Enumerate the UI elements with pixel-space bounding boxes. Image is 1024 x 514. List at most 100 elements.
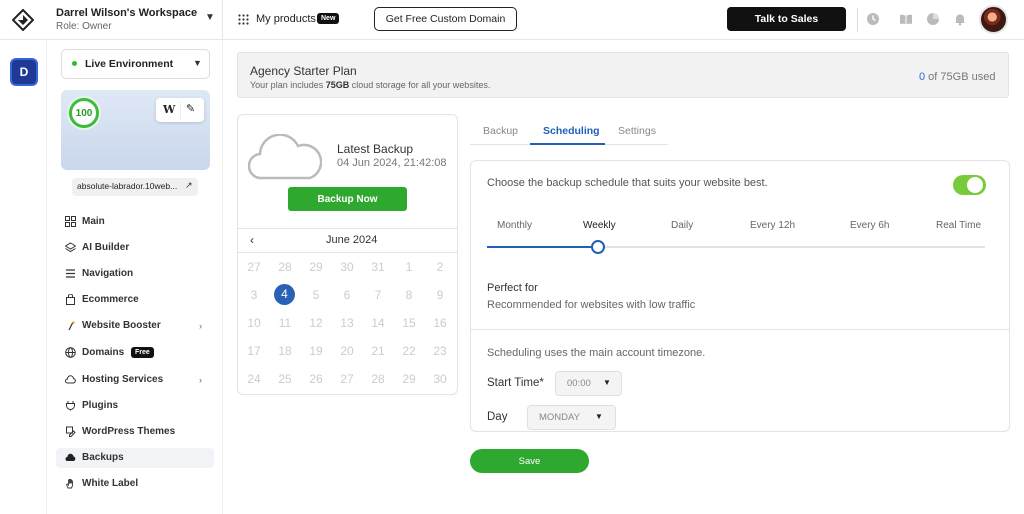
frequency-monthly[interactable]: Monthly xyxy=(497,220,532,231)
calendar-day[interactable]: 24 xyxy=(242,369,266,389)
calendar-day[interactable]: 11 xyxy=(273,313,297,333)
calendar-day[interactable]: 12 xyxy=(304,313,328,333)
frequency-daily[interactable]: Daily xyxy=(671,220,693,231)
sidebar-item-label: Ecommerce xyxy=(82,294,139,305)
backup-now-button[interactable]: Backup Now xyxy=(288,187,407,211)
calendar-day[interactable]: 30 xyxy=(428,369,452,389)
panel-divider xyxy=(471,329,1009,330)
chevron-left-icon[interactable]: ‹ xyxy=(250,233,254,247)
save-button[interactable]: Save xyxy=(470,449,589,473)
sidebar-item-label: WordPress Themes xyxy=(82,426,176,437)
bell-icon[interactable] xyxy=(953,12,967,26)
sidebar-item-label: AI Builder xyxy=(82,242,130,253)
brush-icon xyxy=(66,426,76,437)
chevron-right-icon: › xyxy=(199,375,202,385)
day-value: MONDAY xyxy=(539,412,580,423)
globe-icon xyxy=(65,347,76,358)
tab-scheduling[interactable]: Scheduling xyxy=(543,125,600,137)
start-time-label: Start Time* xyxy=(487,377,544,389)
calendar-day[interactable]: 19 xyxy=(304,341,328,361)
chevron-right-icon: › xyxy=(199,321,202,331)
sidebar-item-backups[interactable] xyxy=(56,448,214,468)
calendar-day[interactable]: 5 xyxy=(304,285,328,305)
calendar-day[interactable]: 30 xyxy=(335,257,359,277)
calendar-day[interactable]: 20 xyxy=(335,341,359,361)
sidebar-item-label: Backups xyxy=(82,452,124,463)
book-icon[interactable] xyxy=(899,12,913,26)
calendar-day[interactable]: 25 xyxy=(273,369,297,389)
calendar-day[interactable]: 2 xyxy=(428,257,452,277)
calendar-day[interactable]: 27 xyxy=(335,369,359,389)
calendar-day[interactable]: 21 xyxy=(366,341,390,361)
day-label: Day xyxy=(487,411,508,423)
menu-icon xyxy=(66,269,75,278)
chevron-down-icon[interactable]: ▼ xyxy=(205,12,215,23)
calendar-day[interactable]: 13 xyxy=(335,313,359,333)
sidebar-item-navigation[interactable] xyxy=(56,264,214,284)
chevron-down-icon: ▼ xyxy=(603,378,611,387)
plan-description: Your plan includes 75GB cloud storage fo… xyxy=(250,80,491,90)
plan-title: Agency Starter Plan xyxy=(250,64,357,78)
sidebar-item-ai-builder[interactable] xyxy=(56,238,214,258)
frequency-every-6h[interactable]: Every 6h xyxy=(850,220,889,231)
sidebar-item-label: Hosting Services xyxy=(82,374,164,385)
calendar-day[interactable]: 10 xyxy=(242,313,266,333)
sidebar-item-main[interactable] xyxy=(56,212,214,232)
calendar-day[interactable]: 22 xyxy=(397,341,421,361)
calendar-day[interactable]: 3 xyxy=(242,285,266,305)
external-link-icon[interactable]: ↗ xyxy=(185,180,193,191)
bag-icon xyxy=(66,294,75,305)
calendar-day[interactable]: 6 xyxy=(335,285,359,305)
calendar-day[interactable]: 29 xyxy=(304,257,328,277)
workspace-title[interactable]: Darrel Wilson's Workspace xyxy=(56,7,197,19)
calendar-day[interactable]: 29 xyxy=(397,369,421,389)
pie-chart-icon[interactable] xyxy=(926,12,940,26)
sidebar-item-plugins[interactable] xyxy=(56,396,214,416)
edit-pencil-icon[interactable]: ✎ xyxy=(186,102,195,115)
calendar-day[interactable]: 7 xyxy=(366,285,390,305)
calendar-selected-day-label: 4 xyxy=(281,287,288,301)
user-avatar[interactable] xyxy=(979,5,1008,34)
tab-settings[interactable]: Settings xyxy=(618,125,656,137)
calendar-day[interactable]: 31 xyxy=(366,257,390,277)
calendar-day[interactable]: 28 xyxy=(273,257,297,277)
workspace-avatar[interactable]: D xyxy=(10,58,38,86)
frequency-every-12h[interactable]: Every 12h xyxy=(750,220,795,231)
talk-to-sales-button[interactable]: Talk to Sales xyxy=(727,7,846,31)
calendar-day[interactable]: 17 xyxy=(242,341,266,361)
calendar-day[interactable]: 18 xyxy=(273,341,297,361)
get-free-custom-domain-button[interactable]: Get Free Custom Domain xyxy=(374,7,517,31)
calendar-day[interactable]: 15 xyxy=(397,313,421,333)
frequency-real-time[interactable]: Real Time xyxy=(936,220,981,231)
my-products-menu[interactable]: My products xyxy=(256,13,316,25)
calendar-day[interactable]: 1 xyxy=(397,257,421,277)
brand-logo-icon[interactable] xyxy=(12,9,34,31)
plug-icon xyxy=(66,401,75,411)
calendar-day[interactable]: 9 xyxy=(428,285,452,305)
calendar-day[interactable]: 16 xyxy=(428,313,452,333)
calendar-day[interactable]: 23 xyxy=(428,341,452,361)
schedule-panel xyxy=(470,160,1010,432)
calendar-day[interactable]: 27 xyxy=(242,257,266,277)
divider xyxy=(180,101,181,119)
calendar-day[interactable]: 26 xyxy=(304,369,328,389)
frequency-weekly[interactable]: Weekly xyxy=(583,220,616,231)
calendar-day[interactable]: 14 xyxy=(366,313,390,333)
timezone-note: Scheduling uses the main account timezon… xyxy=(487,347,706,359)
workspace-rail xyxy=(0,40,47,514)
live-status-dot xyxy=(72,61,77,66)
frequency-slider-handle[interactable] xyxy=(591,240,605,254)
tab-backup[interactable]: Backup xyxy=(483,125,518,137)
apps-grid-icon[interactable] xyxy=(238,14,249,25)
sidebar-item-label: White Label xyxy=(82,478,139,489)
cloud-filled-icon xyxy=(65,453,76,461)
latest-backup-date: 04 Jun 2024, 21:42:08 xyxy=(337,157,447,169)
clock-icon[interactable] xyxy=(866,12,880,26)
hand-icon xyxy=(65,479,73,489)
calendar-day[interactable]: 28 xyxy=(366,369,390,389)
cloud-icon xyxy=(65,375,76,384)
wordpress-icon[interactable]: W xyxy=(163,103,175,116)
grid-icon xyxy=(65,216,76,227)
sidebar-item-label: Plugins xyxy=(82,400,119,411)
calendar-day[interactable]: 8 xyxy=(397,285,421,305)
